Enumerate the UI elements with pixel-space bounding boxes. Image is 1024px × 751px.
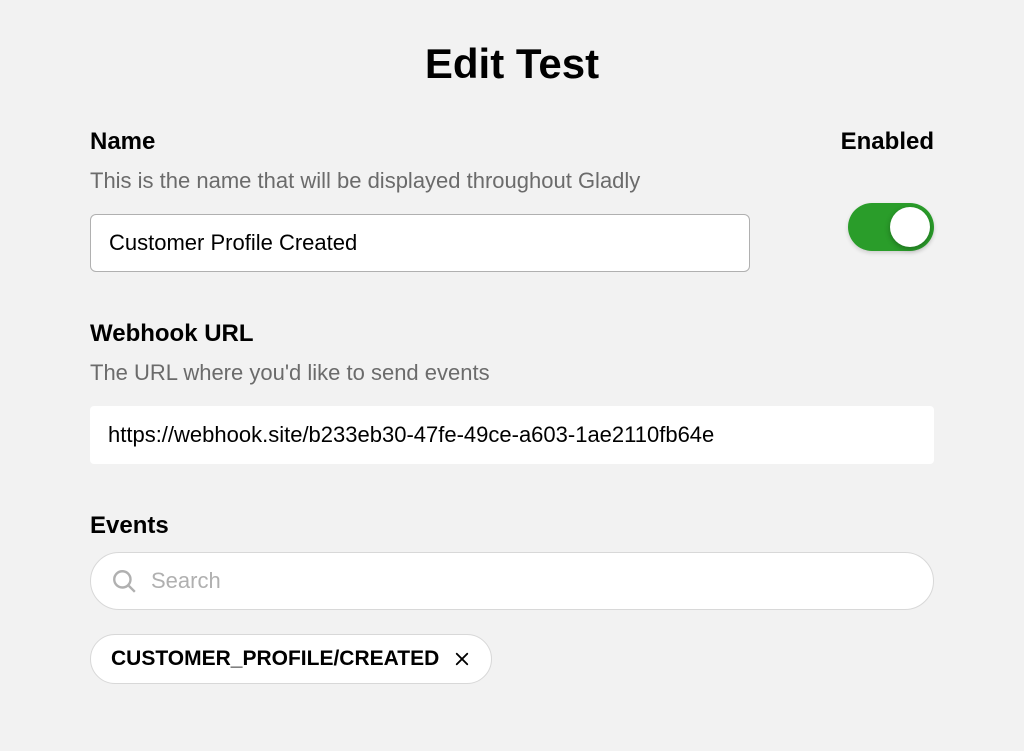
event-chip-label: CUSTOMER_PROFILE/CREATED bbox=[111, 647, 439, 671]
webhook-url-help: The URL where you'd like to send events bbox=[90, 360, 934, 386]
webhook-url-input[interactable] bbox=[90, 406, 934, 464]
enabled-label: Enabled bbox=[841, 128, 934, 156]
page-title: Edit Test bbox=[90, 40, 934, 88]
name-input[interactable] bbox=[90, 214, 750, 272]
webhook-url-label: Webhook URL bbox=[90, 320, 934, 348]
events-search-wrapper[interactable] bbox=[90, 552, 934, 610]
event-chip[interactable]: CUSTOMER_PROFILE/CREATED bbox=[90, 634, 492, 684]
name-label: Name bbox=[90, 128, 801, 156]
search-icon bbox=[111, 568, 137, 594]
event-chip-remove-button[interactable] bbox=[453, 650, 471, 668]
close-icon bbox=[453, 650, 471, 668]
enabled-toggle[interactable] bbox=[848, 203, 934, 251]
events-label: Events bbox=[90, 512, 934, 540]
events-search-input[interactable] bbox=[151, 568, 913, 594]
toggle-knob bbox=[890, 207, 930, 247]
name-help: This is the name that will be displayed … bbox=[90, 168, 801, 194]
